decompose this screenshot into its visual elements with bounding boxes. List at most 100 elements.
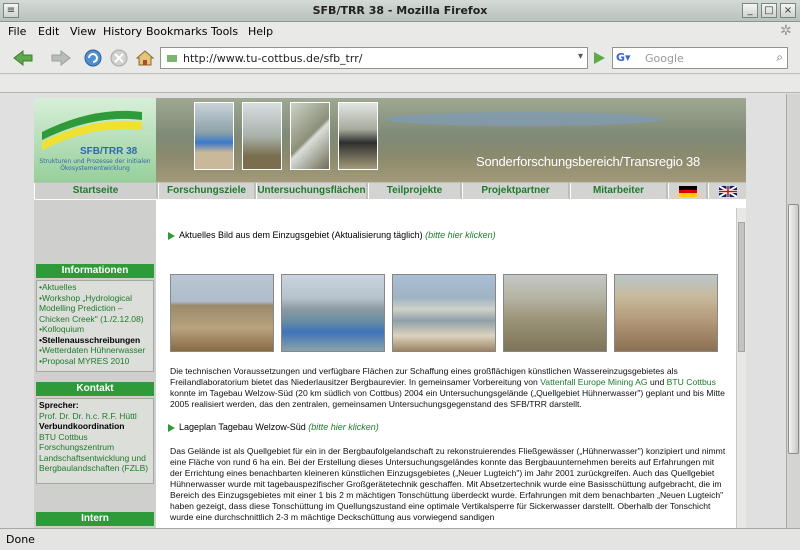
banner-photo-1 (194, 102, 234, 170)
sidebar-info-heading: Informationen (36, 264, 154, 278)
url-text: http://www.tu-cottbus.de/sfb_trr/ (183, 51, 363, 65)
bullet-lageplan-link[interactable]: (bitte hier klicken) (308, 422, 379, 432)
go-arrow-icon (594, 52, 605, 64)
site-banner: SFB/TRR 38 Strukturen und Prozesse der i… (34, 98, 746, 182)
forward-button[interactable] (46, 47, 76, 69)
menu-view[interactable]: View (70, 25, 96, 38)
stop-button[interactable] (108, 47, 130, 69)
menu-bar: File Edit View History Bookmarks Tools H… (0, 22, 800, 42)
minimize-button[interactable]: _ (742, 3, 758, 18)
sidebar-item-workshop[interactable]: •Workshop „Hydrological Modelling Predic… (39, 293, 151, 325)
btu-cottbus-link[interactable]: BTU Cottbus (667, 377, 716, 387)
sidebar-item-kolloquium[interactable]: •Kolloquium (39, 324, 151, 335)
menu-help[interactable]: Help (248, 25, 273, 38)
banner-photo-4 (338, 102, 378, 170)
bullet-aktuelles-bild-link[interactable]: (bitte hier klicken) (425, 230, 496, 240)
lang-english[interactable] (708, 183, 746, 199)
main-content: Aktuelles Bild aus dem Einzugsgebiet (Ak… (160, 204, 734, 528)
banner-photo-2 (242, 102, 282, 170)
url-bar[interactable]: http://www.tu-cottbus.de/sfb_trr/ ▾ (160, 47, 588, 69)
photo-pier (281, 274, 385, 352)
bullet-lageplan-text: Lageplan Tagebau Welzow-Süd (179, 422, 306, 432)
search-bar[interactable]: G▾ Google ⌕ (612, 47, 788, 69)
intro-text-end: konnte im Tagebau Welzow-Süd (20 km südl… (170, 388, 725, 409)
forward-arrow-icon (51, 49, 71, 67)
navigation-toolbar: http://www.tu-cottbus.de/sfb_trr/ ▾ G▾ G… (0, 42, 800, 74)
browser-window: ≡ SFB/TRR 38 - Mozilla Firefox _ □ × Fil… (0, 0, 800, 550)
home-icon (135, 50, 155, 66)
page-viewport: SFB/TRR 38 Strukturen und Prozesse der i… (0, 94, 800, 528)
kontakt-line-fzlb[interactable]: Bergbaulandschaften (FZLB) (39, 463, 151, 474)
kontakt-sprecher-name[interactable]: Prof. Dr. Dr. h.c. R.F. Hüttl (39, 411, 151, 422)
search-icon[interactable]: ⌕ (776, 50, 783, 65)
sidebar-item-wetterdaten[interactable]: •Wetterdaten Hühnerwasser (39, 345, 151, 356)
sidebar-kontakt-heading: Kontakt (36, 382, 154, 396)
kontakt-line-btu[interactable]: BTU Cottbus (39, 432, 151, 443)
sidebar-info-box: •Aktuelles •Workshop „Hydrological Model… (36, 280, 154, 372)
url-dropdown-icon[interactable]: ▾ (578, 51, 583, 62)
sidebar-item-aktuelles[interactable]: •Aktuelles (39, 282, 151, 293)
menu-edit[interactable]: Edit (38, 25, 59, 38)
uk-flag-icon (717, 185, 738, 198)
sidebar-intern-heading: Intern (36, 512, 154, 526)
photo-gully (503, 274, 607, 352)
kontakt-line-landschaft[interactable]: Landschaftsentwicklung und (39, 453, 151, 464)
kontakt-koordination-label: Verbundkoordination (39, 421, 125, 431)
nav-teilprojekte[interactable]: Teilprojekte (368, 183, 460, 199)
menu-file[interactable]: File (8, 25, 26, 38)
nav-untersuchungsflaechen[interactable]: Untersuchungsflächen (256, 183, 366, 199)
page-inner-scrollbar[interactable] (736, 208, 746, 528)
photo-wet-sand (392, 274, 496, 352)
browser-scroll-thumb[interactable] (788, 204, 799, 454)
nav-mitarbeiter[interactable]: Mitarbeiter (570, 183, 666, 199)
nav-startseite[interactable]: Startseite (34, 183, 156, 199)
page-inner-scroll-thumb[interactable] (738, 222, 745, 352)
intro-paragraph: Die technischen Voraussetzungen und verf… (170, 366, 726, 410)
back-button[interactable] (8, 47, 38, 69)
search-placeholder: Google (645, 51, 684, 65)
maximize-button[interactable]: □ (761, 3, 777, 18)
menu-history[interactable]: History (103, 25, 142, 38)
nav-forschungsziele[interactable]: Forschungsziele (158, 183, 254, 199)
sidebar-kontakt-box: Sprecher: Prof. Dr. Dr. h.c. R.F. Hüttl … (36, 398, 154, 484)
sfb-logo[interactable]: SFB/TRR 38 Strukturen und Prozesse der i… (34, 98, 156, 182)
banner-lake (384, 112, 664, 126)
vattenfall-link[interactable]: Vattenfall Europe Mining AG (540, 377, 647, 387)
logo-subtitle: Strukturen und Prozesse der initialen Ök… (39, 158, 151, 172)
status-text: Done (6, 533, 35, 546)
site-icon (167, 55, 177, 62)
browser-scrollbar[interactable] (786, 94, 800, 528)
bullet-triangle-icon (168, 423, 175, 432)
bullet-aktuelles-bild-text: Aktuelles Bild aus dem Einzugsgebiet (Ak… (179, 230, 423, 240)
back-arrow-icon (13, 49, 33, 67)
bullet-lageplan: Lageplan Tagebau Welzow-Süd (bitte hier … (168, 422, 379, 433)
reload-icon (84, 49, 102, 67)
bookmarks-toolbar (0, 75, 800, 93)
bullet-triangle-icon (168, 231, 175, 240)
stop-icon (110, 49, 128, 67)
home-button[interactable] (134, 47, 156, 69)
banner-subtitle: Sonderforschungsbereich/Transregio 38 (476, 154, 701, 169)
window-title: SFB/TRR 38 - Mozilla Firefox (312, 4, 488, 17)
lang-german[interactable] (668, 183, 706, 199)
logo-text: SFB/TRR 38 (80, 146, 138, 157)
description-paragraph: Das Gelände ist als Quellgebiet für ein … (170, 446, 726, 522)
menu-tools[interactable]: Tools (211, 25, 238, 38)
german-flag-icon (678, 186, 697, 197)
nav-projektpartner[interactable]: Projektpartner (462, 183, 568, 199)
kontakt-line-fz[interactable]: Forschungszentrum (39, 442, 151, 453)
kontakt-sprecher-label: Sprecher: (39, 400, 79, 410)
reload-button[interactable] (82, 47, 104, 69)
throbber-icon: ✲ (780, 23, 792, 39)
close-button[interactable]: × (780, 3, 796, 18)
google-engine-icon[interactable]: G▾ (616, 51, 631, 64)
photo-erosion (170, 274, 274, 352)
main-navigation: Startseite Forschungsziele Untersuchungs… (34, 182, 746, 200)
title-bar: ≡ SFB/TRR 38 - Mozilla Firefox _ □ × (0, 0, 800, 22)
menu-bookmarks[interactable]: Bookmarks (146, 25, 207, 38)
sidebar: Informationen •Aktuelles •Workshop „Hydr… (34, 200, 156, 528)
bullet-aktuelles-bild: Aktuelles Bild aus dem Einzugsgebiet (Ak… (168, 230, 496, 241)
sidebar-item-proposal[interactable]: •Proposal MYRES 2010 (39, 356, 151, 367)
sidebar-item-stellen[interactable]: •Stellenausschreibungen (39, 335, 151, 346)
go-button[interactable] (590, 47, 608, 69)
